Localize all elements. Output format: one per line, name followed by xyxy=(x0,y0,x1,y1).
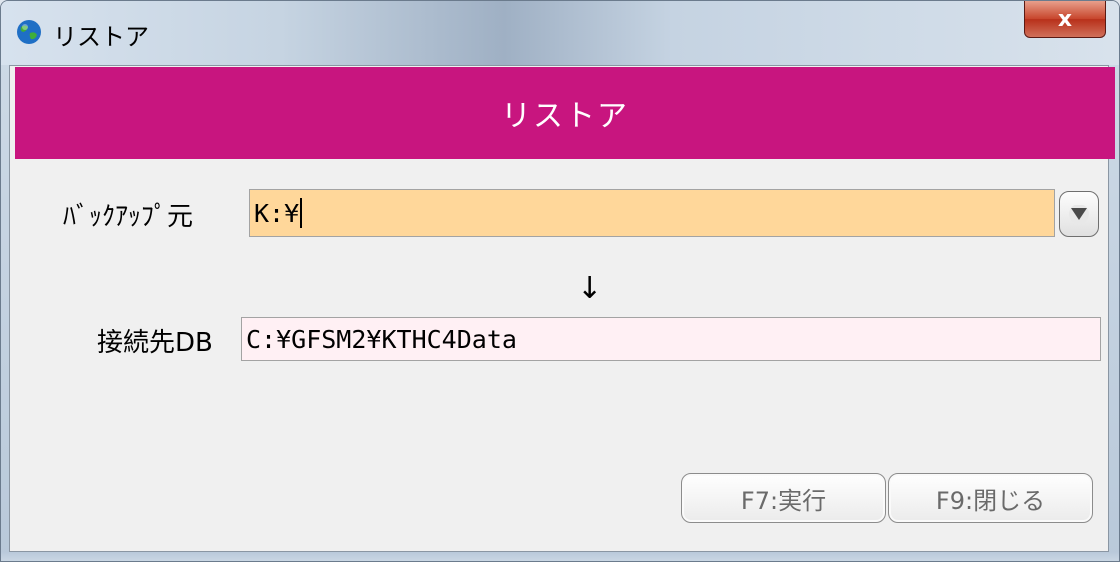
page-title: リストア xyxy=(15,67,1115,159)
window-title: リストア xyxy=(53,23,149,51)
title-bar[interactable]: リストア x xyxy=(1,1,1119,65)
backup-source-dropdown-button[interactable] xyxy=(1059,191,1099,237)
destination-db-field[interactable]: C:¥GFSM2¥KTHC4Data xyxy=(241,317,1101,361)
close-window-button[interactable]: x xyxy=(1024,1,1106,38)
close-button[interactable]: F9:閉じる xyxy=(888,473,1093,523)
text-caret xyxy=(300,198,303,228)
backup-source-label: ﾊﾞｯｸｱｯﾌﾟ元 xyxy=(63,202,194,232)
restore-window: リストア x リストア ﾊﾞｯｸｱｯﾌﾟ元 K:¥ ↓ 接続先DB C:¥GFS… xyxy=(0,0,1120,562)
triangle-down-icon xyxy=(1069,205,1089,223)
window-frame-bottom xyxy=(1,552,1119,561)
backup-source-value: K:¥ xyxy=(254,198,300,228)
down-arrow-indicator: ↓ xyxy=(577,271,603,306)
destination-db-label: 接続先DB xyxy=(97,328,213,358)
backup-source-field[interactable]: K:¥ xyxy=(249,189,1055,237)
globe-icon xyxy=(17,20,41,44)
run-button[interactable]: F7:実行 xyxy=(681,473,886,523)
destination-db-value: C:¥GFSM2¥KTHC4Data xyxy=(246,324,517,354)
